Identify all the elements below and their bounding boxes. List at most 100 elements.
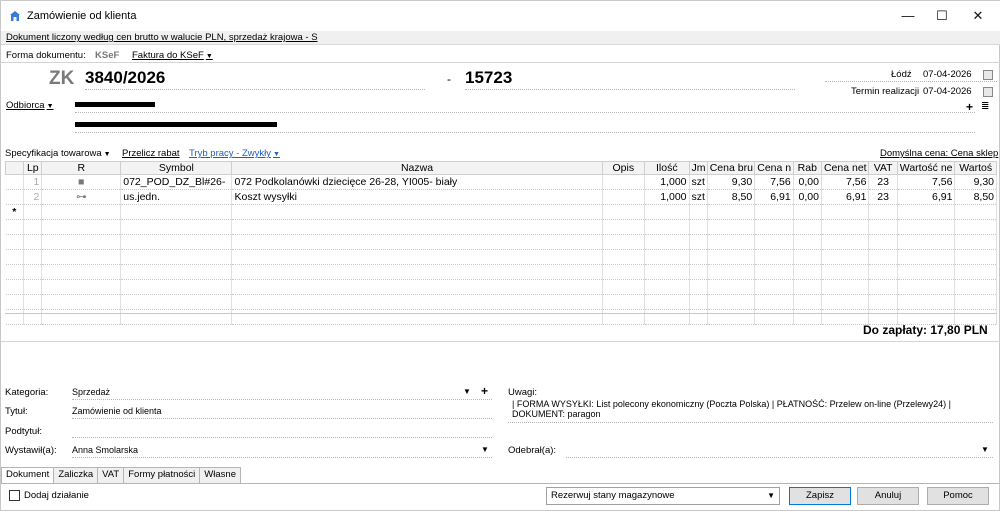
row-marker: [5, 189, 25, 205]
col-header-jm[interactable]: Jm: [688, 161, 708, 175]
cell-rab[interactable]: 0,00: [793, 174, 822, 190]
tab-wlasne[interactable]: Własne: [199, 467, 241, 484]
cell-vat[interactable]: 23: [868, 174, 898, 190]
list-icon[interactable]: ≣: [981, 101, 989, 112]
cell-cena-bru[interactable]: 9,30: [707, 174, 756, 190]
invoice-ksef-dropdown[interactable]: Faktura do KSeF: [132, 50, 213, 61]
title-bar: Zamówienie od klienta — ☐ ✕: [1, 1, 1000, 31]
date-underline: [825, 81, 997, 82]
recipient-dropdown[interactable]: Odbiorca: [6, 100, 54, 111]
divider: [1, 341, 1000, 342]
tab-vat[interactable]: VAT: [97, 467, 125, 484]
col-header-wartosc[interactable]: Wartoś: [954, 161, 997, 175]
cell-cena-net[interactable]: 6,91: [821, 189, 870, 205]
cell-symbol[interactable]: 072_POD_DZ_Bl#26-: [120, 174, 233, 190]
cancel-button[interactable]: Anuluj: [857, 487, 919, 505]
add-recipient-icon[interactable]: +: [966, 100, 973, 114]
category-value[interactable]: Sprzedaż: [72, 387, 110, 397]
issued-by-label: Wystawił(a):: [5, 445, 57, 456]
cell-jm[interactable]: szt: [689, 189, 708, 205]
title-value[interactable]: Zamówienie od klienta: [72, 406, 162, 416]
cell-ilosc[interactable]: 1,000: [644, 174, 690, 190]
calendar-icon[interactable]: [983, 70, 993, 80]
cell-opis[interactable]: [602, 189, 646, 205]
col-header-lp[interactable]: Lp: [23, 161, 43, 175]
col-header-cena-bru[interactable]: Cena bru: [706, 161, 756, 175]
reserve-stock-value: Rezerwuj stany magazynowe: [551, 490, 675, 501]
doc-code[interactable]: 15723: [465, 68, 512, 88]
recalc-discount-link[interactable]: Przelicz rabat: [122, 148, 180, 159]
add-action-checkbox[interactable]: [9, 490, 20, 501]
table-row[interactable]: 1 ■ 072_POD_DZ_Bl#26- 072 Podkolanówki d…: [5, 174, 997, 190]
col-header-wartosc-ne[interactable]: Wartość ne: [896, 161, 956, 175]
row-marker: [5, 174, 25, 190]
notes-field[interactable]: | FORMA WYSYŁKI: List polecony ekonomicz…: [508, 399, 993, 421]
tab-dokument[interactable]: Dokument: [1, 467, 55, 484]
table-row[interactable]: 2 ⊶ us.jedn. Koszt wysyłki 1,000 szt 8,5…: [5, 189, 997, 205]
col-header-symbol[interactable]: Symbol: [120, 161, 233, 175]
cell-vat[interactable]: 23: [868, 189, 898, 205]
col-header-r[interactable]: R: [41, 161, 122, 175]
chevron-down-icon[interactable]: ▼: [981, 445, 989, 454]
save-button[interactable]: Zapisz: [789, 487, 851, 505]
received-by-label: Odebrał(a):: [508, 445, 557, 456]
redacted-recipient-name: [75, 102, 155, 107]
notes-line-2: DOKUMENT: paragon: [512, 409, 601, 419]
cell-cena-bru[interactable]: 8,50: [707, 189, 756, 205]
cell-cena-n[interactable]: 7,56: [754, 174, 794, 190]
col-header-ilosc[interactable]: Ilość: [644, 161, 690, 175]
cell-jm[interactable]: szt: [689, 174, 708, 190]
spec-dropdown[interactable]: Specyfikacja towarowa: [5, 148, 111, 159]
issued-by-underline: [72, 457, 492, 458]
notes-label: Uwagi:: [508, 387, 538, 398]
reserve-stock-select[interactable]: Rezerwuj stany magazynowe ▼: [546, 487, 780, 505]
calendar-icon[interactable]: [983, 87, 993, 97]
document-form-label: Forma dokumentu:: [6, 50, 86, 61]
cell-nazwa[interactable]: 072 Podkolanówki dziecięce 26-28, YI005-…: [231, 174, 603, 190]
subtitle-field[interactable]: [72, 437, 492, 438]
doc-number[interactable]: 3840/2026: [85, 68, 165, 88]
cell-nazwa[interactable]: Koszt wysyłki: [231, 189, 603, 205]
cell-rab[interactable]: 0,00: [793, 189, 822, 205]
col-header-cena-net[interactable]: Cena net: [820, 161, 870, 175]
doc-number-underline: [85, 89, 425, 90]
empty-row: [5, 234, 997, 250]
notes-line-1: | FORMA WYSYŁKI: List polecony ekonomicz…: [512, 399, 951, 409]
order-window: Zamówienie od klienta — ☐ ✕ Dokument lic…: [0, 0, 1000, 511]
pricing-info-link[interactable]: Dokument liczony według cen brutto w wal…: [6, 32, 318, 43]
cell-ilosc[interactable]: 1,000: [644, 189, 690, 205]
divider: [1, 483, 1000, 484]
empty-row: [5, 309, 997, 325]
new-row[interactable]: *: [5, 204, 997, 220]
chevron-down-icon[interactable]: ▼: [481, 445, 489, 454]
col-header-nazwa[interactable]: Nazwa: [231, 161, 603, 175]
cell-symbol[interactable]: us.jedn.: [120, 189, 233, 205]
table-header-row: Lp R Symbol Nazwa Opis Ilość Jm Cena bru…: [4, 161, 997, 175]
empty-row: [5, 249, 997, 265]
empty-row: [5, 264, 997, 280]
chevron-down-icon[interactable]: ▼: [463, 387, 471, 396]
cell-cena-net[interactable]: 7,56: [821, 174, 870, 190]
col-header-cena-n[interactable]: Cena n: [754, 161, 794, 175]
tab-zaliczka[interactable]: Zaliczka: [53, 467, 99, 484]
default-price-link[interactable]: Domyślna cena: Cena sklep: [880, 148, 998, 159]
cell-opis[interactable]: [602, 174, 646, 190]
work-mode-dropdown[interactable]: Tryb pracy - Zwykły: [189, 148, 280, 159]
col-header-rab[interactable]: Rab: [792, 161, 822, 175]
realization-date[interactable]: 07-04-2026: [923, 86, 972, 97]
help-button[interactable]: Pomoc: [927, 487, 989, 505]
add-category-icon[interactable]: +: [481, 384, 488, 398]
doc-code-underline: [465, 89, 795, 90]
cell-cena-n[interactable]: 6,91: [754, 189, 794, 205]
issued-by-value[interactable]: Anna Smolarska: [72, 445, 138, 455]
tab-formy-platnosci[interactable]: Formy płatności: [123, 467, 201, 484]
received-by-field[interactable]: [566, 457, 993, 458]
issue-date[interactable]: 07-04-2026: [923, 69, 972, 80]
col-header-vat[interactable]: VAT: [868, 161, 898, 175]
bottom-tabs: Dokument Zaliczka VAT Formy płatności Własne: [1, 467, 241, 484]
info-bar: Dokument liczony według cen brutto w wal…: [1, 31, 1000, 45]
place-label: Łódź: [891, 69, 912, 80]
col-header-opis[interactable]: Opis: [601, 161, 646, 175]
notes-underline: [508, 422, 993, 423]
close-button[interactable]: ✕: [955, 3, 1000, 29]
